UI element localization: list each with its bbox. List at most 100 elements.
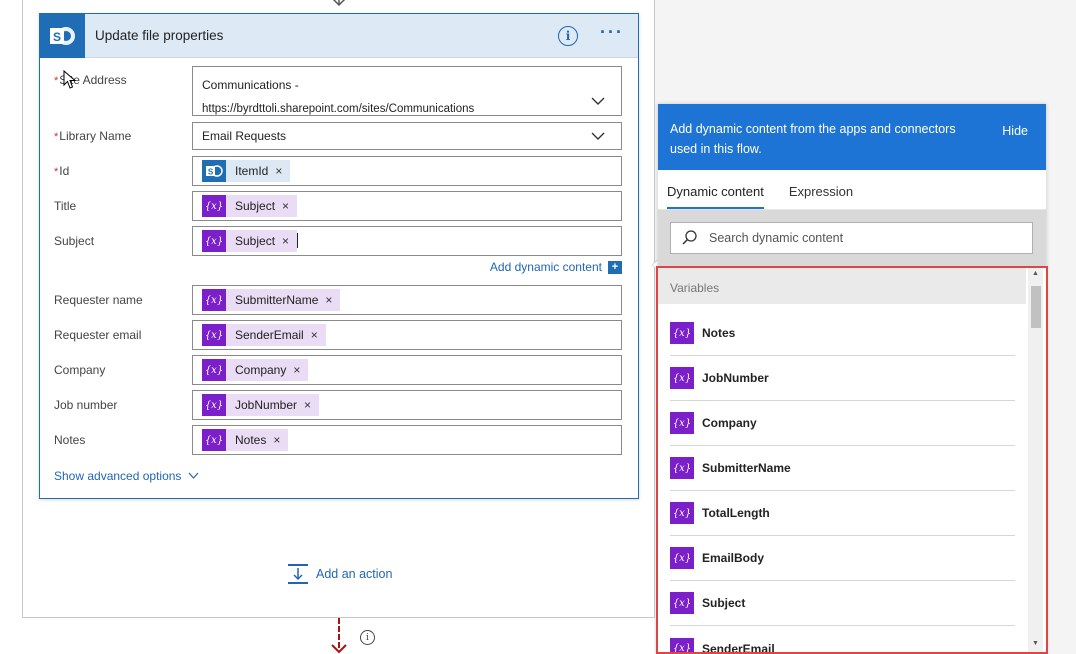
token-submittername[interactable]: {x} SubmitterName ×: [202, 289, 341, 311]
info-icon[interactable]: i: [360, 630, 375, 645]
list-item[interactable]: {x} SubmitterName: [670, 446, 1015, 491]
list-item-label: SenderEmail: [702, 641, 775, 654]
tab-expression[interactable]: Expression: [789, 184, 853, 209]
text-cursor: [297, 233, 298, 248]
sharepoint-logo-icon: S: [40, 13, 85, 58]
dynamic-content-panel: Add dynamic content from the apps and co…: [658, 104, 1046, 654]
job-number-input[interactable]: {x} JobNumber ×: [192, 390, 622, 420]
connector-arrow-icon: [332, 0, 346, 7]
variable-icon: {x}: [670, 412, 694, 434]
list-item[interactable]: {x} JobNumber: [670, 356, 1015, 401]
token-label: Company: [235, 363, 287, 377]
remove-token-icon[interactable]: ×: [273, 433, 280, 447]
scroll-up-icon[interactable]: ▲: [1032, 270, 1039, 277]
library-name-value: Email Requests: [202, 129, 287, 143]
variable-icon: {x}: [670, 367, 694, 389]
token-company[interactable]: {x} Company ×: [202, 359, 309, 381]
search-input[interactable]: Search dynamic content: [709, 231, 843, 245]
token-label: ItemId: [235, 164, 269, 178]
scrollbar[interactable]: ▲ ▼: [1028, 268, 1043, 652]
token-itemid[interactable]: S ItemId ×: [202, 160, 291, 182]
list-item-label: SubmitterName: [702, 461, 791, 475]
field-library-name: *Library Name Email Requests: [54, 122, 622, 150]
list-item-label: EmailBody: [702, 551, 765, 565]
add-action-icon: [288, 564, 308, 584]
token-notes[interactable]: {x} Notes ×: [202, 429, 289, 451]
sharepoint-icon: S: [202, 160, 226, 182]
remove-token-icon[interactable]: ×: [325, 293, 332, 307]
add-action-label: Add an action: [316, 567, 393, 581]
show-advanced-options-link[interactable]: Show advanced options: [54, 469, 199, 483]
list-item[interactable]: {x} SenderEmail: [670, 626, 1015, 654]
list-item[interactable]: {x} Company: [670, 401, 1015, 446]
info-icon[interactable]: i: [558, 25, 579, 46]
token-subject[interactable]: {x} Subject ×: [202, 230, 298, 252]
token-senderemail[interactable]: {x} SenderEmail ×: [202, 324, 326, 346]
remove-token-icon[interactable]: ×: [275, 164, 282, 178]
list-item[interactable]: {x} Notes: [670, 311, 1015, 356]
company-input[interactable]: {x} Company ×: [192, 355, 622, 385]
remove-token-icon[interactable]: ×: [282, 234, 289, 248]
scrollbar-thumb[interactable]: [1031, 286, 1041, 328]
requester-name-label: Requester name: [54, 293, 143, 307]
subject-input[interactable]: {x} Subject ×: [192, 226, 622, 256]
dynamic-content-header: Add dynamic content from the apps and co…: [658, 104, 1046, 170]
dynamic-tabs: Dynamic content Expression: [658, 170, 1046, 210]
id-label: *Id: [54, 164, 69, 178]
list-item-label: Subject: [702, 596, 746, 610]
requester-email-input[interactable]: {x} SenderEmail ×: [192, 320, 622, 350]
field-job-number: Job number {x} JobNumber ×: [54, 390, 622, 420]
variable-icon: {x}: [670, 547, 694, 569]
id-label-text: Id: [59, 164, 70, 178]
subject-label: Subject: [54, 234, 95, 248]
field-notes: Notes {x} Notes ×: [54, 425, 622, 455]
add-dynamic-content-label: Add dynamic content: [489, 260, 602, 274]
library-name-dropdown[interactable]: Email Requests: [192, 122, 622, 150]
search-area: Search dynamic content: [658, 210, 1046, 268]
search-icon: [682, 230, 697, 245]
id-input[interactable]: S ItemId ×: [192, 156, 622, 186]
list-item[interactable]: {x} Subject: [670, 581, 1015, 626]
more-options-button[interactable]: ···: [600, 22, 624, 43]
hide-button[interactable]: Hide: [1002, 121, 1028, 141]
remove-token-icon[interactable]: ×: [293, 363, 300, 377]
dynamic-content-list: Variables {x} Notes {x} JobNumber {x} Compa…: [658, 268, 1046, 654]
remove-token-icon[interactable]: ×: [304, 398, 311, 412]
token-jobnumber[interactable]: {x} JobNumber ×: [202, 394, 320, 416]
library-name-label-text: Library Name: [59, 129, 132, 143]
chevron-down-icon[interactable]: [591, 97, 605, 106]
title-input[interactable]: {x} Subject ×: [192, 191, 622, 221]
tab-dynamic-content[interactable]: Dynamic content: [667, 184, 764, 209]
token-label: SenderEmail: [235, 328, 304, 342]
field-title: Title {x} Subject ×: [54, 191, 622, 221]
connector-arrow-icon: [331, 644, 347, 654]
add-action-button[interactable]: Add an action: [287, 563, 392, 585]
plus-icon: +: [608, 260, 622, 274]
remove-token-icon[interactable]: ×: [311, 328, 318, 342]
token-subject[interactable]: {x} Subject ×: [202, 195, 298, 217]
site-address-dropdown[interactable]: Communications - https://byrdttoli.share…: [192, 66, 622, 116]
token-label: JobNumber: [235, 398, 298, 412]
field-site-address: *Site Address Communications - https://b…: [54, 66, 622, 118]
variable-icon: {x}: [202, 359, 226, 381]
chevron-down-icon[interactable]: [591, 132, 605, 141]
required-mark: *: [54, 166, 59, 178]
remove-token-icon[interactable]: ×: [282, 199, 289, 213]
field-id: *Id S ItemId ×: [54, 156, 622, 186]
scroll-down-icon[interactable]: ▼: [1032, 640, 1039, 647]
sharepoint-icon-letter: S: [208, 168, 214, 177]
list-item[interactable]: {x} EmailBody: [670, 536, 1015, 581]
section-header-variables: Variables: [658, 268, 1026, 304]
requester-name-input[interactable]: {x} SubmitterName ×: [192, 285, 622, 315]
field-requester-name: Requester name {x} SubmitterName ×: [54, 285, 622, 315]
title-label: Title: [54, 199, 77, 213]
list-item[interactable]: {x} TotalLength: [670, 491, 1015, 536]
notes-input[interactable]: {x} Notes ×: [192, 425, 622, 455]
card-header[interactable]: S Update file properties i ···: [40, 13, 638, 58]
add-dynamic-content-link[interactable]: Add dynamic content +: [490, 260, 622, 274]
variable-icon: {x}: [202, 289, 226, 311]
chevron-down-icon: [188, 472, 199, 479]
company-label: Company: [54, 363, 106, 377]
search-box[interactable]: Search dynamic content: [670, 222, 1033, 254]
show-advanced-options-label: Show advanced options: [54, 469, 182, 483]
